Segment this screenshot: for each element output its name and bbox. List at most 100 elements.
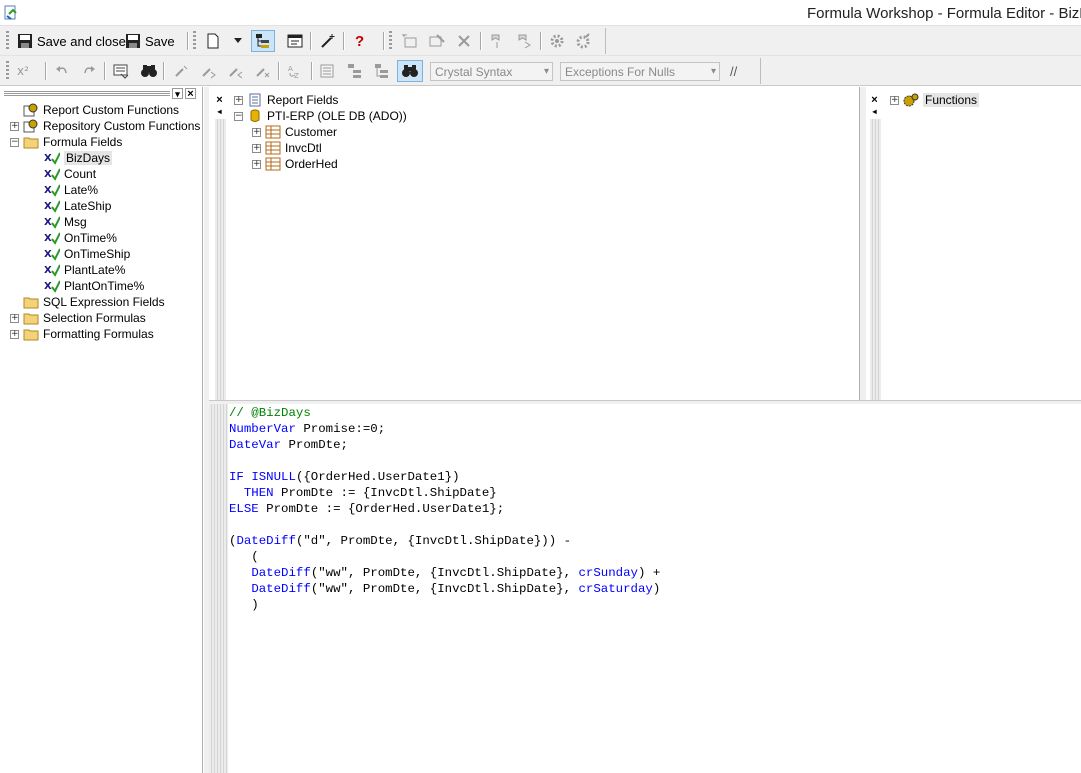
- rename-icon: [402, 34, 417, 48]
- separator: [540, 32, 541, 50]
- pane-grip[interactable]: [4, 91, 170, 96]
- code-line[interactable]: DateDiff("ww", PromDte, {InvcDtl.ShipDat…: [229, 565, 660, 581]
- svg-text:X: X: [44, 217, 52, 228]
- formula-item-bizdays[interactable]: X BizDays: [44, 150, 113, 166]
- toolbar-grip[interactable]: [6, 61, 9, 81]
- expand-icon[interactable]: +: [252, 159, 261, 169]
- tree-item-report-custom-functions[interactable]: Report Custom Functions: [10, 102, 179, 118]
- tree-item-label: InvcDtl: [285, 141, 322, 155]
- toggle-field-tree-button[interactable]: [251, 30, 275, 52]
- save-close-icon: [18, 34, 32, 48]
- code-line[interactable]: ): [229, 597, 660, 613]
- save-icon: [126, 34, 140, 48]
- code-token: ISNULL: [251, 470, 296, 484]
- code-line[interactable]: (DateDiff("d", PromDte, {InvcDtl.ShipDat…: [229, 533, 660, 549]
- formula-item-count[interactable]: X Count: [44, 166, 96, 182]
- code-line[interactable]: [229, 517, 660, 533]
- comment-button[interactable]: //: [727, 60, 740, 82]
- tree-item-sql-expression-fields[interactable]: SQL Expression Fields: [10, 294, 165, 310]
- code-token: ): [229, 598, 259, 612]
- functions-gear-icon: [903, 93, 919, 107]
- code-line[interactable]: [229, 453, 660, 469]
- tree-item-functions[interactable]: + Functions: [890, 92, 980, 108]
- toolbar-grip[interactable]: [389, 31, 392, 51]
- toolbar-grip[interactable]: [6, 31, 9, 51]
- formula-item-late-pct[interactable]: X Late%: [44, 182, 98, 198]
- clear-bookmarks-button: [251, 60, 275, 82]
- formula-item-ontimeship[interactable]: X OnTimeShip: [44, 246, 130, 262]
- table-icon: [265, 157, 281, 171]
- pin-left-icon[interactable]: ◂: [869, 107, 880, 118]
- tree-item-table-orderhed[interactable]: + OrderHed: [252, 156, 338, 172]
- vertical-splitter[interactable]: [859, 87, 866, 401]
- expand-icon[interactable]: +: [252, 127, 261, 137]
- code-line[interactable]: IF ISNULL({OrderHed.UserDate1}): [229, 469, 660, 485]
- folder-icon: [23, 313, 39, 325]
- code-token: NumberVar: [229, 422, 296, 436]
- tree-item-selection-formulas[interactable]: + Selection Formulas: [10, 310, 146, 326]
- close-icon[interactable]: ×: [214, 95, 225, 106]
- new-dropdown-button[interactable]: [231, 30, 245, 52]
- tree-item-table-invcdtl[interactable]: + InvcDtl: [252, 140, 322, 156]
- formula-item-ontime-pct[interactable]: X OnTime%: [44, 230, 117, 246]
- expand-icon[interactable]: +: [890, 95, 899, 105]
- close-icon[interactable]: ×: [869, 95, 880, 106]
- pane-side-grip[interactable]: [215, 119, 226, 401]
- tree-item-datasource[interactable]: − PTI-ERP (OLE DB (ADO)): [234, 108, 407, 124]
- code-line[interactable]: ELSE PromDte := {OrderHed.UserDate1};: [229, 501, 660, 517]
- separator: [187, 32, 188, 50]
- save-button[interactable]: Save: [122, 30, 178, 52]
- code-line[interactable]: NumberVar Promise:=0;: [229, 421, 660, 437]
- formula-expert-button[interactable]: [317, 30, 339, 52]
- formula-editor-text[interactable]: // @BizDays NumberVar Promise:=0; DateVar …: [229, 405, 660, 613]
- toggle-properties-button: x²: [14, 60, 32, 82]
- code-line[interactable]: THEN PromDte := {InvcDtl.ShipDate}: [229, 485, 660, 501]
- custom-function-icon: [23, 103, 38, 117]
- properties-button[interactable]: [284, 30, 308, 52]
- separator: [383, 32, 384, 50]
- new-button[interactable]: [203, 30, 223, 52]
- tree-item-report-fields[interactable]: + Report Fields: [234, 92, 338, 108]
- help-button[interactable]: ?: [352, 30, 367, 52]
- formula-item-plantlate-pct[interactable]: X PlantLate%: [44, 262, 125, 278]
- toggle-search-button[interactable]: [397, 60, 423, 82]
- tree-item-formatting-formulas[interactable]: + Formatting Formulas: [10, 326, 154, 342]
- formula-icon: X: [44, 184, 60, 197]
- tree-item-table-customer[interactable]: + Customer: [252, 124, 337, 140]
- browse-data-button[interactable]: [110, 60, 134, 82]
- pane-side-grip[interactable]: [870, 119, 881, 401]
- tree-item-label: PTI-ERP (OLE DB (ADO)): [267, 109, 407, 123]
- expand-icon[interactable]: +: [10, 121, 19, 131]
- save-and-close-button[interactable]: Save and close: [14, 30, 129, 52]
- undo-button: [51, 60, 73, 82]
- formula-item-lateship[interactable]: X LateShip: [44, 198, 111, 214]
- syntax-select[interactable]: Crystal Syntax ▾: [430, 62, 553, 81]
- expand-icon[interactable]: +: [10, 329, 19, 339]
- code-line[interactable]: (: [229, 549, 660, 565]
- pin-left-icon[interactable]: ◂: [214, 107, 225, 118]
- code-line[interactable]: DateVar PromDte;: [229, 437, 660, 453]
- collapse-icon[interactable]: −: [10, 137, 19, 147]
- formula-icon: X: [44, 248, 60, 261]
- formula-item-msg[interactable]: X Msg: [44, 214, 87, 230]
- expand-icon[interactable]: +: [234, 95, 243, 105]
- tree-item-formula-fields[interactable]: − Formula Fields: [10, 134, 122, 150]
- close-icon[interactable]: ×: [185, 88, 196, 100]
- find-button[interactable]: [137, 60, 161, 82]
- collapse-icon[interactable]: −: [234, 111, 243, 121]
- toolbar-grip[interactable]: [193, 31, 196, 51]
- expand-icon[interactable]: +: [252, 143, 261, 153]
- code-line[interactable]: // @BizDays: [229, 405, 660, 421]
- redo-icon: [84, 66, 95, 74]
- formula-item-plantontime-pct[interactable]: X PlantOnTime%: [44, 278, 144, 294]
- pane-menu-chevron-icon[interactable]: ▾: [172, 88, 183, 99]
- tree-item-label: Report Fields: [267, 93, 339, 107]
- tree-item-repository-custom-functions[interactable]: + Repository Custom Functions: [10, 118, 200, 134]
- expand-icon[interactable]: +: [10, 313, 19, 323]
- null-handling-select[interactable]: Exceptions For Nulls ▾: [560, 62, 720, 81]
- separator: [310, 32, 311, 50]
- code-line[interactable]: DateDiff("ww", PromDte, {InvcDtl.ShipDat…: [229, 581, 660, 597]
- gear-icon: [550, 34, 564, 48]
- tree-item-label: Repository Custom Functions: [43, 119, 201, 133]
